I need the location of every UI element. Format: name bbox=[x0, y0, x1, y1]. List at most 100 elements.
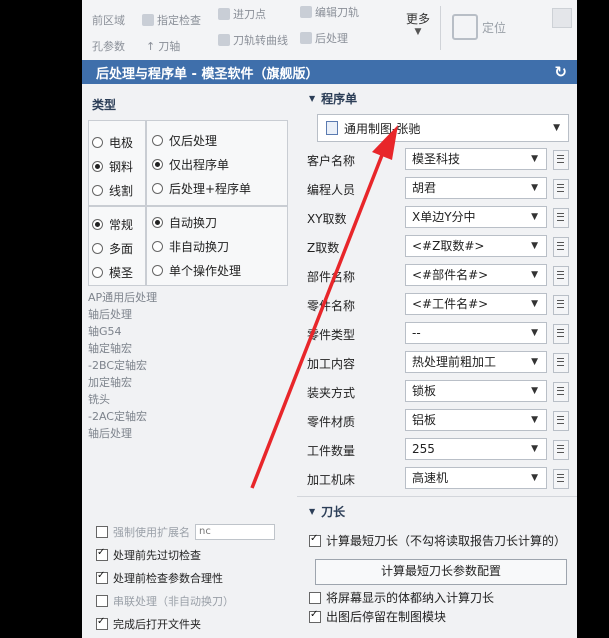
list-item[interactable]: 铣头 bbox=[88, 391, 288, 408]
radio-icon bbox=[152, 265, 163, 276]
ribbon-item[interactable]: 孔参数 bbox=[92, 38, 125, 54]
radio-single-op[interactable]: 单个操作处理 bbox=[152, 262, 241, 279]
edit-list-icon[interactable] bbox=[553, 295, 569, 315]
open-folder-checkbox[interactable]: 完成后打开文件夹 bbox=[96, 616, 201, 632]
field-label: Z取数 bbox=[307, 241, 340, 255]
list-item[interactable]: 轴定轴宏 bbox=[88, 340, 288, 357]
template-value: 通用制图-张驰 bbox=[344, 121, 421, 136]
field-select[interactable]: <#工件名#> ▼ bbox=[405, 293, 547, 315]
radio-steel[interactable]: 钢料 bbox=[92, 158, 133, 175]
field-select[interactable]: 锁板 ▼ bbox=[405, 380, 547, 402]
edit-list-icon[interactable] bbox=[553, 179, 569, 199]
extension-input[interactable]: nc bbox=[195, 524, 275, 540]
stay-in-drafting-checkbox[interactable]: 出图后停留在制图模块 bbox=[309, 608, 446, 625]
position-button[interactable]: 定位 bbox=[452, 14, 506, 40]
ribbon-item[interactable]: 指定检查 bbox=[142, 12, 201, 28]
ribbon-item[interactable]: 前区域 bbox=[92, 12, 125, 28]
field-select[interactable]: 热处理前粗加工 ▼ bbox=[405, 351, 547, 373]
field-select[interactable]: 胡君 ▼ bbox=[405, 177, 547, 199]
field-select[interactable]: <#Z取数#> ▼ bbox=[405, 235, 547, 257]
ribbon-item[interactable]: ↑ 刀轴 bbox=[146, 38, 180, 54]
edit-list-icon[interactable] bbox=[553, 237, 569, 257]
field-select[interactable]: 255 ▼ bbox=[405, 438, 547, 460]
field-row: 加工机床 高速机 ▼ bbox=[307, 467, 577, 491]
edit-list-icon[interactable] bbox=[553, 353, 569, 373]
sheet-section-header[interactable]: ▼ 程序单 bbox=[309, 90, 357, 107]
chevron-down-icon: ▼ bbox=[531, 386, 538, 396]
ribbon-item[interactable]: 刀轨转曲线 bbox=[218, 32, 288, 48]
app-screen: 前区域 指定检查 进刀点 编辑刀轨 孔参数 ↑ 刀轴 刀轨转曲线 后处理 更多 ▼… bbox=[82, 0, 577, 638]
overcut-check-checkbox[interactable]: 处理前先过切检查 bbox=[96, 547, 201, 563]
radio-mosheng[interactable]: 模圣 bbox=[92, 264, 133, 281]
position-label: 定位 bbox=[482, 20, 507, 35]
radio-icon bbox=[152, 159, 163, 170]
chevron-down-icon: ▼ bbox=[531, 270, 538, 280]
checkbox-icon bbox=[96, 526, 108, 538]
radio-manual-toolchange[interactable]: 非自动换刀 bbox=[152, 238, 229, 255]
serial-process-checkbox[interactable]: 串联处理（非自动换刀） bbox=[96, 593, 234, 609]
edit-list-icon[interactable] bbox=[553, 266, 569, 286]
list-item[interactable]: AP通用后处理 bbox=[88, 289, 288, 306]
field-row: 零件名称 <#工件名#> ▼ bbox=[307, 293, 577, 317]
chevron-down-icon: ▼ bbox=[531, 415, 538, 425]
chevron-down-icon: ▼ bbox=[531, 299, 538, 309]
ribbon-item[interactable]: 编辑刀轨 bbox=[300, 4, 359, 20]
field-label: 编程人员 bbox=[307, 183, 356, 197]
radio-icon bbox=[92, 137, 103, 148]
field-row: 编程人员 胡君 ▼ bbox=[307, 177, 577, 201]
ribbon-item-label: 孔参数 bbox=[92, 40, 125, 53]
field-label: 加工内容 bbox=[307, 357, 356, 371]
ribbon-item-label: 后处理 bbox=[315, 32, 348, 45]
radio-auto-toolchange[interactable]: 自动换刀 bbox=[152, 214, 217, 231]
ribbon-item[interactable]: 后处理 bbox=[300, 30, 348, 46]
field-value: 热处理前粗加工 bbox=[412, 355, 497, 369]
radio-sheet-only[interactable]: 仅出程序单 bbox=[152, 156, 229, 173]
shortest-tool-checkbox[interactable]: 计算最短刀长（不勾将读取报告刀长计算的） bbox=[309, 532, 566, 549]
arrow-up-icon: ↑ bbox=[146, 39, 156, 53]
tool-length-config-button[interactable]: 计算最短刀长参数配置 bbox=[315, 559, 567, 585]
edit-list-icon[interactable] bbox=[553, 150, 569, 170]
include-screen-bodies-checkbox[interactable]: 将屏幕显示的体都纳入计算刀长 bbox=[309, 589, 494, 606]
list-item[interactable]: 轴后处理 bbox=[88, 306, 288, 323]
field-row: 工件数量 255 ▼ bbox=[307, 438, 577, 462]
field-select[interactable]: 模圣科技 ▼ bbox=[405, 148, 547, 170]
chevron-down-icon: ▼ bbox=[531, 183, 538, 193]
param-check-checkbox[interactable]: 处理前检查参数合理性 bbox=[96, 570, 223, 586]
field-select[interactable]: <#部件名#> ▼ bbox=[405, 264, 547, 286]
edit-list-icon[interactable] bbox=[553, 411, 569, 431]
field-label: 部件名称 bbox=[307, 270, 356, 284]
radio-multi-face[interactable]: 多面 bbox=[92, 240, 133, 257]
field-select[interactable]: 高速机 ▼ bbox=[405, 467, 547, 489]
field-select[interactable]: 铝板 ▼ bbox=[405, 409, 547, 431]
list-item[interactable]: -2BC定轴宏 bbox=[88, 357, 288, 374]
radio-post-and-sheet[interactable]: 后处理+程序单 bbox=[152, 180, 251, 197]
edit-list-icon[interactable] bbox=[553, 382, 569, 402]
type-section-title: 类型 bbox=[92, 98, 117, 112]
edit-list-icon[interactable] bbox=[553, 469, 569, 489]
more-button[interactable]: 更多 ▼ bbox=[400, 10, 436, 37]
checkbox-label: 处理前检查参数合理性 bbox=[113, 572, 223, 585]
radio-normal[interactable]: 常规 bbox=[92, 216, 133, 233]
tool-length-header[interactable]: ▼ 刀长 bbox=[309, 503, 345, 520]
force-extension-checkbox[interactable]: 强制使用扩展名 nc bbox=[96, 524, 275, 540]
ribbon-item-label: 刀轴 bbox=[158, 40, 181, 53]
radio-wirecut[interactable]: 线割 bbox=[92, 182, 133, 199]
ribbon-corner-button[interactable] bbox=[552, 8, 572, 28]
field-select[interactable]: -- ▼ bbox=[405, 322, 547, 344]
refresh-icon[interactable]: ↻ bbox=[554, 63, 567, 81]
list-item[interactable]: 轴后处理 bbox=[88, 425, 288, 442]
ribbon-item[interactable]: 进刀点 bbox=[218, 6, 266, 22]
list-item[interactable]: -2AC定轴宏 bbox=[88, 408, 288, 425]
list-item[interactable]: 加定轴宏 bbox=[88, 374, 288, 391]
edit-list-icon[interactable] bbox=[553, 324, 569, 344]
template-select[interactable]: 通用制图-张驰 ▼ bbox=[317, 114, 569, 142]
list-item[interactable]: 轴G54 bbox=[88, 323, 288, 340]
radio-electrode[interactable]: 电极 bbox=[92, 134, 133, 151]
field-select[interactable]: X单边Y分中 ▼ bbox=[405, 206, 547, 228]
radio-post-only[interactable]: 仅后处理 bbox=[152, 132, 217, 149]
field-value: 255 bbox=[412, 442, 435, 456]
edit-list-icon[interactable] bbox=[553, 440, 569, 460]
chevron-down-icon: ▼ bbox=[531, 212, 538, 222]
edit-list-icon[interactable] bbox=[553, 208, 569, 228]
field-row: 客户名称 模圣科技 ▼ bbox=[307, 148, 577, 172]
